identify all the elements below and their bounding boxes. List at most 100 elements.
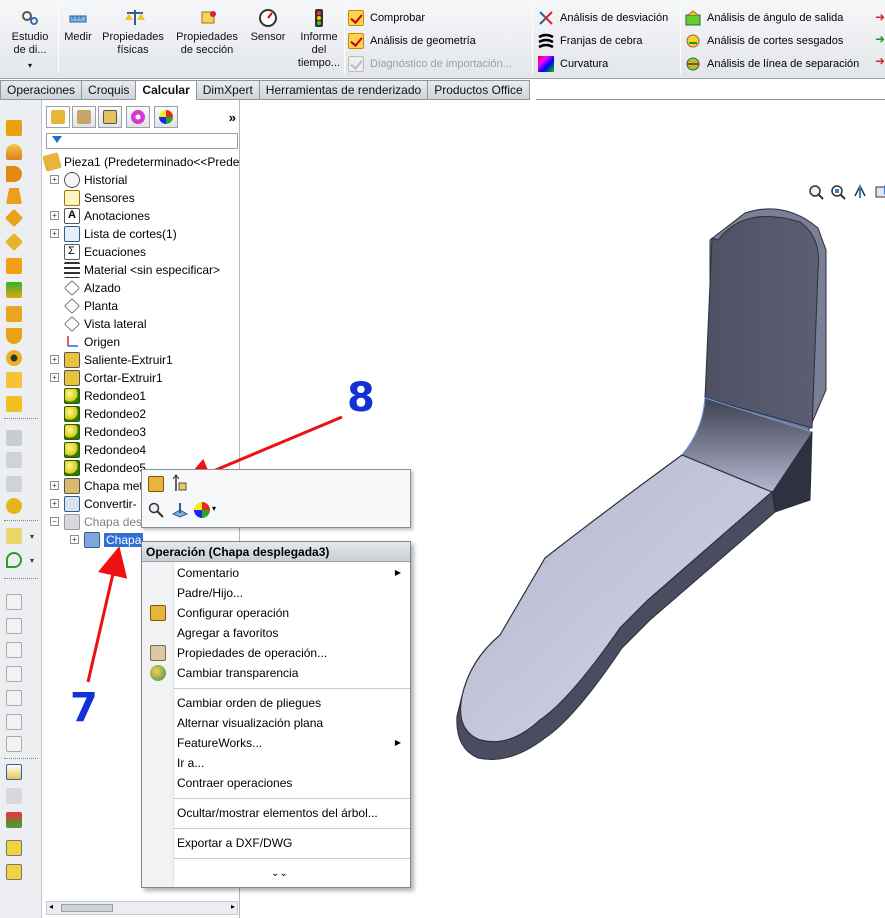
tab-dimxpertmanager[interactable] — [126, 106, 150, 128]
menu-item-alternar-visualizacion-plana[interactable]: Alternar visualización plana — [177, 713, 323, 733]
relations-icon[interactable] — [6, 812, 22, 828]
scrollbar-thumb[interactable] — [61, 904, 113, 912]
tree-item-lista-de-cortes-1[interactable]: Lista de cortes(1) — [64, 225, 177, 243]
view-bottom-icon[interactable] — [6, 714, 22, 730]
view-iso-icon[interactable] — [6, 736, 22, 752]
cut-icon[interactable] — [4, 208, 24, 228]
expand-toggle-icon[interactable]: + — [50, 373, 59, 382]
part-icon[interactable] — [6, 840, 22, 856]
tree-item-vista-lateral[interactable]: Vista lateral — [64, 315, 146, 333]
diagnostico-importacion-button[interactable]: Diagnóstico de importación... — [348, 54, 512, 74]
tree-item-cortar-extruir1[interactable]: Cortar-Extruir1 — [64, 369, 163, 387]
menu-item-contraer-operaciones[interactable]: Contraer operaciones — [177, 773, 292, 793]
curvatura-button[interactable]: Curvatura — [538, 54, 608, 74]
tab-displaymanager[interactable] — [154, 106, 178, 128]
tree-item-redondeo5[interactable]: Redondeo5 — [64, 459, 146, 477]
scroll-left-icon[interactable]: ◂ — [49, 902, 53, 911]
view-front-icon[interactable] — [6, 594, 22, 610]
ribbon-overflow[interactable]: ➜ ➜ ➜ — [875, 10, 885, 70]
tree-item-anotaciones[interactable]: A Anotaciones — [64, 207, 150, 225]
collapse-toggle-icon[interactable]: − — [50, 517, 59, 526]
tree-item-redondeo3[interactable]: Redondeo3 — [64, 423, 146, 441]
menu-item-agregar-favoritos[interactable]: Agregar a favoritos — [177, 623, 278, 643]
tree-item-redondeo4[interactable]: Redondeo4 — [64, 441, 146, 459]
horizontal-scrollbar[interactable]: ◂ ▸ — [46, 901, 238, 915]
menu-item-ir-a[interactable]: Ir a... — [177, 753, 204, 773]
sketch-icon[interactable] — [6, 764, 22, 780]
dropdown-arrow-icon[interactable]: ▾ — [30, 556, 34, 565]
informe-button[interactable]: Informe del tiempo... — [294, 8, 344, 70]
view-top-icon[interactable] — [6, 690, 22, 706]
propiedades-fisicas-button[interactable]: Propiedades físicas — [100, 8, 170, 57]
linea-separacion-button[interactable]: Análisis de línea de separación — [685, 54, 859, 74]
expand-toggle-icon[interactable]: + — [50, 499, 59, 508]
menu-item-exportar-dxf[interactable]: Exportar a DXF/DWG — [177, 833, 292, 853]
franjas-cebra-button[interactable]: Franjas de cebra — [538, 31, 643, 51]
tab-dimxpert[interactable]: DimXpert — [196, 80, 260, 100]
angulo-salida-button[interactable]: Análisis de ángulo de salida — [685, 8, 843, 28]
smart-dimension-icon[interactable] — [6, 788, 22, 804]
propiedades-seccion-button[interactable]: Propiedades de sección — [174, 8, 244, 57]
fillet-tool-icon[interactable] — [4, 232, 24, 252]
tree-item-redondeo1[interactable]: Redondeo1 — [64, 387, 146, 405]
tree-item-saliente-extruir1[interactable]: Saliente-Extruir1 — [64, 351, 173, 369]
tree-item-redondeo2[interactable]: Redondeo2 — [64, 405, 146, 423]
shell-icon[interactable] — [6, 328, 22, 344]
hole-icon[interactable] — [6, 350, 22, 366]
medir-button[interactable]: Medir — [60, 8, 96, 44]
tree-item-ecuaciones[interactable]: Σ Ecuaciones — [64, 243, 146, 261]
menu-item-propiedades-operacion[interactable]: Propiedades de operación... — [177, 643, 327, 663]
sweep-boss-icon[interactable] — [6, 166, 22, 182]
tab-configurationmanager[interactable] — [98, 106, 122, 128]
tree-item-alzado[interactable]: Alzado — [64, 279, 121, 297]
expand-toggle-icon[interactable]: + — [50, 229, 59, 238]
expand-toggle-icon[interactable]: + — [50, 355, 59, 364]
draft-icon[interactable] — [6, 306, 22, 322]
view-right-icon[interactable] — [6, 666, 22, 682]
cortes-sesgados-button[interactable]: Análisis de cortes sesgados — [685, 31, 843, 51]
dome-icon[interactable] — [6, 498, 22, 514]
menu-item-comentario[interactable]: Comentario ▶ — [177, 563, 409, 583]
rib-icon[interactable] — [6, 282, 22, 298]
expand-toggle-icon[interactable]: + — [70, 535, 79, 544]
assembly-icon[interactable] — [6, 864, 22, 880]
menu-item-padre-hijo[interactable]: Padre/Hijo... — [177, 583, 243, 603]
extrude-boss-icon[interactable] — [6, 120, 22, 136]
tree-item-chapa-des[interactable]: Chapa des — [64, 513, 142, 531]
tab-propertymanager[interactable] — [72, 106, 96, 128]
expand-toggle-icon[interactable]: + — [50, 175, 59, 184]
analisis-desviacion-button[interactable]: Análisis de desviación — [538, 8, 668, 28]
tab-herramientas-renderizado[interactable]: Herramientas de renderizado — [259, 80, 429, 100]
tree-item-origen[interactable]: Origen — [64, 333, 120, 351]
box-icon[interactable] — [6, 372, 22, 388]
menu-item-configurar-operacion[interactable]: Configurar operación — [177, 603, 289, 623]
dropdown-arrow-icon[interactable]: ▾ — [30, 532, 34, 541]
tree-item-material-sin-especificar[interactable]: Material <sin especificar> — [64, 261, 220, 279]
tab-productos-office[interactable]: Productos Office — [428, 80, 530, 100]
tree-item-sensores[interactable]: Sensores — [64, 189, 135, 207]
revolve-boss-icon[interactable] — [6, 144, 22, 160]
expand-toggle-icon[interactable]: + — [50, 481, 59, 490]
curves-icon[interactable] — [6, 552, 22, 568]
tab-featuremanager[interactable] — [46, 106, 70, 128]
reference-geometry-icon[interactable] — [6, 528, 22, 544]
chamfer-icon[interactable] — [6, 258, 22, 274]
tree-item-convertir[interactable]: Convertir- — [64, 495, 137, 513]
tree-root-part[interactable]: Pieza1 (Predeterminado<<Prede — [42, 152, 239, 172]
more-tabs-button[interactable]: » — [229, 110, 236, 125]
view-left-icon[interactable] — [6, 642, 22, 658]
tab-calcular[interactable]: Calcular — [136, 80, 197, 100]
tree-filter[interactable] — [46, 133, 238, 149]
appearance-icon[interactable] — [194, 502, 210, 518]
menu-item-ocultar-mostrar[interactable]: Ocultar/mostrar elementos del árbol... — [177, 803, 378, 823]
sensor-button[interactable]: Sensor — [247, 8, 289, 44]
menu-item-cambiar-orden-pliegues[interactable]: Cambiar orden de pliegues — [177, 693, 321, 713]
dropdown-arrow-icon[interactable]: ▾ — [212, 504, 216, 513]
zoom-to-selection-icon[interactable] — [148, 502, 164, 518]
analisis-geometria-button[interactable]: Análisis de geometría — [348, 31, 476, 51]
edit-feature-icon[interactable] — [148, 476, 164, 492]
scroll-right-icon[interactable]: ▸ — [231, 902, 235, 911]
menu-item-featureworks[interactable]: FeatureWorks... ▶ — [177, 733, 409, 753]
mirror-icon[interactable] — [6, 396, 22, 412]
tab-croquis[interactable]: Croquis — [82, 80, 137, 100]
